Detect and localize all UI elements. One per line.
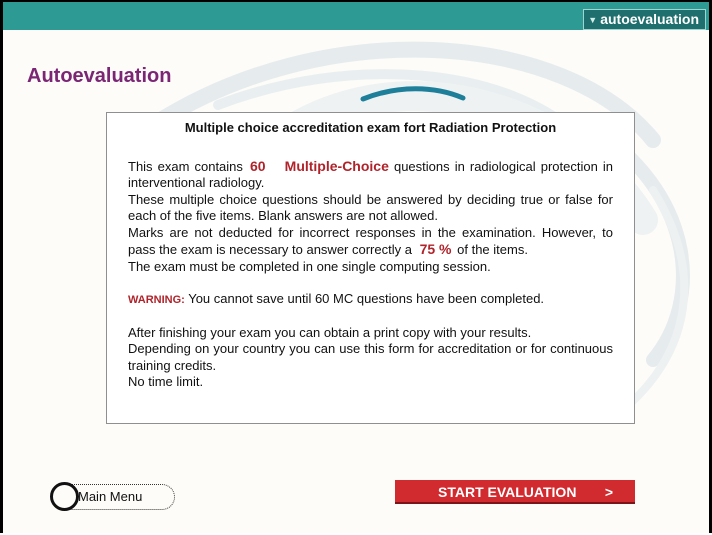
chevron-right-icon: > — [604, 484, 613, 500]
section-tab-autoevaluation[interactable]: ▼ autoevaluation — [583, 9, 706, 30]
panel-title: Multiple choice accreditation exam fort … — [184, 120, 557, 135]
print-note: After finishing your exam you can obtain… — [128, 324, 532, 340]
question-type: Multiple-Choice — [284, 157, 389, 174]
accreditation-note: Depending on your country you can use th… — [128, 341, 613, 373]
pass-criteria-pre: Marks are not deducted for incorrect res… — [128, 224, 613, 258]
triangle-down-icon: ▼ — [588, 15, 598, 25]
time-limit-note: No time limit. — [128, 374, 204, 389]
top-bar: ▼ autoevaluation — [3, 2, 709, 30]
answer-instructions: These multiple choice questions should b… — [128, 191, 613, 224]
pass-criteria-post: of the items. — [457, 242, 528, 257]
warning-line: WARNING: You cannot save until 60 MC que… — [128, 291, 613, 309]
app-frame: ▼ autoevaluation Autoevaluation Multiple … — [0, 0, 712, 533]
page-title: Autoevaluation — [27, 65, 172, 87]
pass-criteria: Marks are not deducted for incorrect res… — [128, 225, 613, 259]
question-count: 60 — [250, 157, 266, 174]
warning-text: You cannot save until 60 MC questions ha… — [188, 291, 545, 306]
warning-label: WARNING: — [128, 294, 185, 306]
start-evaluation-label: START EVALUATION — [438, 484, 577, 500]
exam-description: This exam contains 60 Multiple-Choice qu… — [128, 158, 613, 192]
exam-description-pre: This exam contains — [128, 158, 243, 174]
section-tab-label: autoevaluation — [600, 11, 699, 27]
pass-percent: 75 % — [419, 241, 452, 257]
circle-icon — [50, 482, 79, 511]
session-note: The exam must be completed in one single… — [128, 258, 491, 274]
main-menu-button[interactable]: Main Menu — [50, 482, 175, 511]
exam-info-panel: Multiple choice accreditation exam fort … — [106, 112, 635, 424]
start-evaluation-button[interactable]: START EVALUATION > — [395, 480, 635, 504]
main-menu-label: Main Menu — [78, 489, 143, 504]
